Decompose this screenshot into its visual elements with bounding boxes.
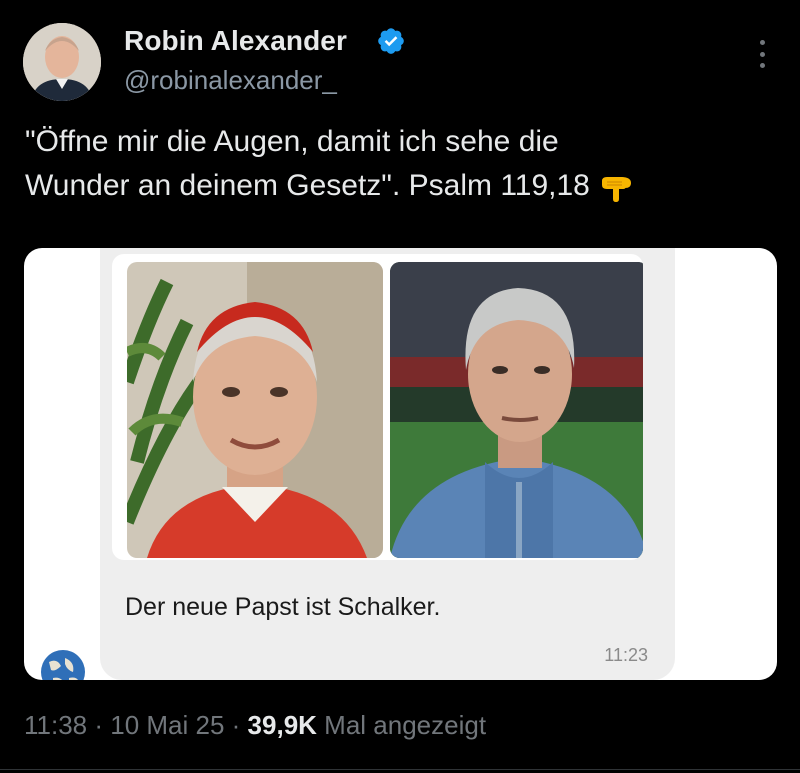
author-name[interactable]: Robin Alexander <box>124 25 347 57</box>
avatar[interactable] <box>23 23 101 101</box>
message-caption: Der neue Papst ist Schalker. <box>125 593 441 621</box>
more-options-icon[interactable] <box>756 40 768 68</box>
chat-message-bubble: Der neue Papst ist Schalker. 11:23 <box>100 248 675 680</box>
globe-icon <box>41 650 85 680</box>
message-time: 11:23 <box>604 645 648 665</box>
tweet-text-line-1: "Öffne mir die Augen, damit ich sehe die <box>25 125 559 158</box>
tweet-time[interactable]: 11:38 <box>24 710 87 740</box>
tweet-date[interactable]: 10 Mai 25 <box>110 710 224 740</box>
verified-badge-icon[interactable] <box>376 26 406 56</box>
views-label: Mal angezeigt <box>316 710 487 740</box>
divider <box>0 769 800 770</box>
cardinal-portrait-image <box>127 262 383 558</box>
pointing-down-hand-icon <box>601 177 631 203</box>
media-card[interactable]: Der neue Papst ist Schalker. 11:23 <box>24 248 777 680</box>
tweet-text-line-2: Wunder an deinem Gesetz". Psalm 119,18 <box>25 164 775 208</box>
view-count: 39,9K <box>247 710 317 740</box>
tweet-meta: 11:38 · 10 Mai 25 · 39,9K Mal angezeigt <box>24 710 486 741</box>
profile-photo-icon <box>23 23 101 101</box>
image-collage <box>112 254 643 560</box>
author-handle[interactable]: @robinalexander_ <box>124 65 337 96</box>
meta-separator: · <box>224 710 248 740</box>
meta-separator: · <box>87 710 111 740</box>
coach-portrait-image <box>390 262 643 558</box>
tweet-text: "Öffne mir die Augen, damit ich sehe die… <box>25 120 775 208</box>
